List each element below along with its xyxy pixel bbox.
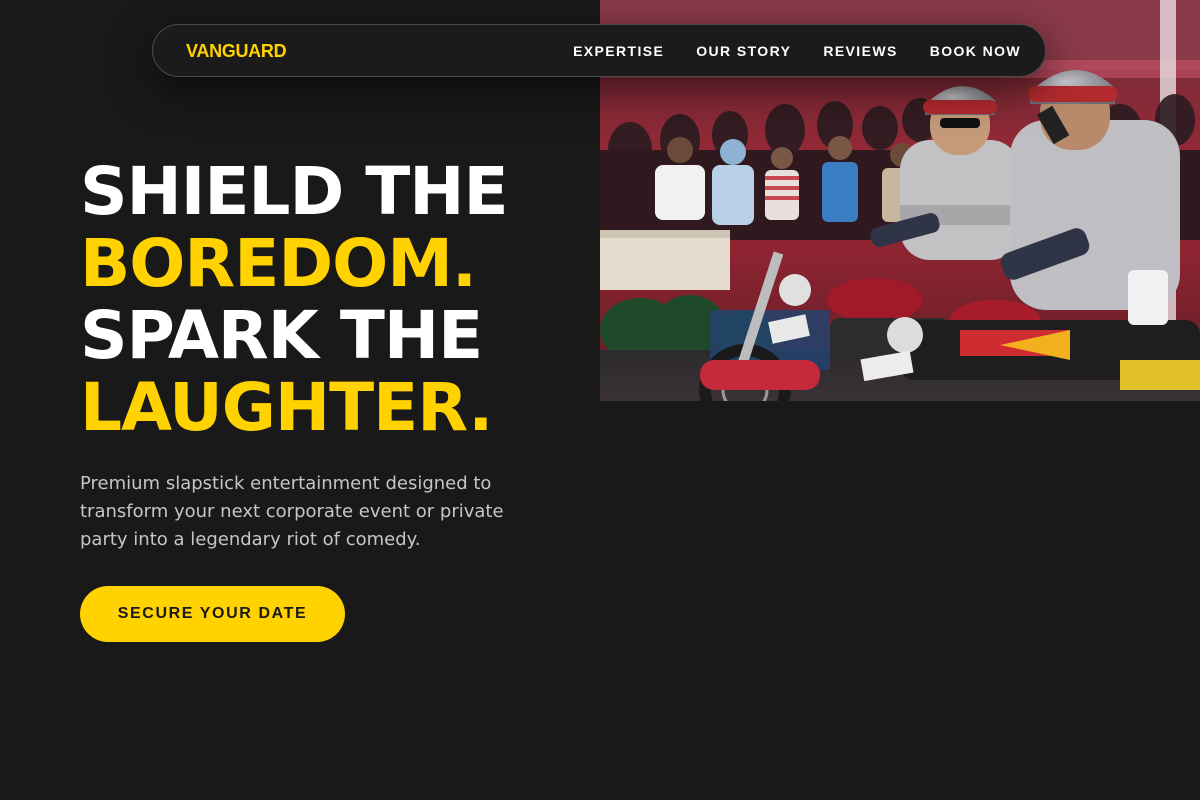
nav-link-book-now[interactable]: BOOK NOW — [930, 43, 1021, 59]
secure-your-date-button[interactable]: SECURE YOUR DATE — [80, 586, 345, 642]
page: VANGUARD EXPERTISE OUR STORY REVIEWS BOO… — [0, 0, 1200, 800]
headline-line-2: BOREDOM. — [80, 225, 477, 302]
hero-subtext: Premium slapstick entertainment designed… — [80, 473, 504, 550]
nav-link-expertise[interactable]: EXPERTISE — [573, 43, 664, 59]
headline-line-1: SHIELD THE — [80, 153, 509, 230]
nav-link-reviews[interactable]: REVIEWS — [823, 43, 897, 59]
nav-link-our-story[interactable]: OUR STORY — [696, 43, 791, 59]
headline-line-4: LAUGHTER. — [80, 369, 493, 446]
headline-line-3: SPARK THE — [80, 297, 483, 374]
nav-links: EXPERTISE OUR STORY REVIEWS BOOK NOW — [573, 25, 1021, 76]
navbar: VANGUARD EXPERTISE OUR STORY REVIEWS BOO… — [152, 24, 1046, 77]
brand-logo[interactable]: VANGUARD — [186, 41, 287, 61]
hero-headline: SHIELD THE BOREDOM. SPARK THE LAUGHTER. — [80, 153, 509, 446]
